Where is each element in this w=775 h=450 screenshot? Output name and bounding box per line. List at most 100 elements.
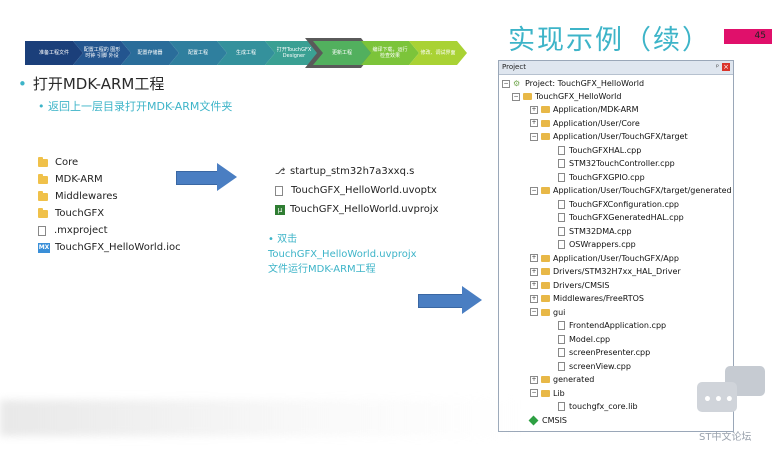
tree-item-label: OSWrappers.cpp [569, 240, 636, 249]
collapse-icon[interactable]: − [530, 389, 538, 397]
tree-group-item[interactable]: + Drivers/CMSIS [530, 279, 609, 292]
file-name: Middlewares [55, 191, 118, 202]
tree-item-label: Drivers/STM32H7xx_HAL_Driver [553, 267, 681, 276]
arrow-right-head [217, 163, 237, 191]
tree-target[interactable]: − TouchGFX_HelloWorld [512, 90, 621, 103]
tree-item-label: CMSIS [542, 415, 568, 425]
project-tree: − ⚙ Project: TouchGFX_HelloWorld − Touch… [499, 75, 733, 431]
tree-item-label: touchgfx_core.lib [569, 402, 638, 411]
pin-icon[interactable]: ᵖ [716, 61, 719, 74]
tree-group-item[interactable]: CMSIS [528, 414, 568, 427]
tree-file-item[interactable]: screenPresenter.cpp [558, 346, 650, 359]
tree-file-item[interactable]: TouchGFXHAL.cpp [558, 144, 641, 157]
file-name: TouchGFX_HelloWorld.uvprojx [290, 204, 439, 215]
project-panel-header: Project ᵖ × [499, 61, 733, 75]
file-item[interactable]: TouchGFX [38, 205, 181, 222]
tree-file-item[interactable]: TouchGFXGeneratedHAL.cpp [558, 211, 684, 224]
tree-item-label: Middlewares/FreeRTOS [553, 294, 644, 303]
expand-icon[interactable]: + [530, 105, 538, 114]
expand-icon[interactable]: + [530, 254, 538, 262]
tree-item-label: screenView.cpp [569, 361, 631, 371]
file-item[interactable]: MX TouchGFX_HelloWorld.ioc [38, 239, 181, 256]
tree-file-item[interactable]: TouchGFXGPIO.cpp [558, 171, 645, 184]
tree-item-label: TouchGFXGPIO.cpp [569, 172, 645, 182]
file-item[interactable]: TouchGFX_HelloWorld.uvoptx [275, 181, 439, 200]
tree-item-label: TouchGFXConfiguration.cpp [569, 199, 680, 209]
file-name: TouchGFX [55, 208, 105, 219]
tree-item-label: STM32DMA.cpp [569, 226, 632, 236]
tree-file-item[interactable]: touchgfx_core.lib [558, 400, 638, 413]
project-icon: ⚙ [513, 79, 521, 88]
expand-icon[interactable]: + [530, 294, 538, 303]
page-number-tag: 45 [724, 29, 772, 44]
tree-root[interactable]: − ⚙ Project: TouchGFX_HelloWorld [502, 77, 644, 90]
bullet-dot: • [18, 75, 27, 93]
collapse-icon[interactable]: − [512, 92, 520, 101]
tree-file-item[interactable]: Model.cpp [558, 333, 610, 346]
tree-item-label: Application/MDK-ARM [553, 105, 639, 114]
main-bullet-text: 打开MDK-ARM工程 [32, 75, 165, 93]
expand-icon[interactable]: + [530, 281, 538, 289]
tree-group-item[interactable]: + Application/User/TouchGFX/App [530, 252, 679, 265]
tree-group-item[interactable]: − Lib [530, 387, 565, 400]
tree-group-item[interactable]: − Application/User/TouchGFX/target [530, 130, 688, 143]
tree-group-item[interactable]: + Drivers/STM32H7xx_HAL_Driver [530, 265, 681, 278]
folder-icon [541, 106, 550, 113]
file-item[interactable]: MDK-ARM [38, 171, 181, 188]
collapse-icon[interactable]: − [502, 79, 510, 88]
file-icon [558, 348, 565, 357]
tree-item-label: TouchGFXGeneratedHAL.cpp [569, 213, 684, 222]
note-line-1: 双击 [277, 234, 298, 245]
tree-group-item[interactable]: + Middlewares/FreeRTOS [530, 292, 644, 305]
target-icon [523, 93, 532, 100]
tree-item-label: Application/User/TouchGFX/App [553, 253, 679, 263]
tree-file-item[interactable]: OSWrappers.cpp [558, 238, 636, 251]
collapse-icon[interactable]: − [530, 186, 538, 195]
file-item[interactable]: ⎇ startup_stm32h7a3xxq.s [275, 162, 439, 181]
tree-group-item[interactable]: − Application/User/TouchGFX/target/genera… [530, 184, 732, 197]
folder-icon [541, 308, 550, 316]
component-icon [528, 415, 539, 425]
tree-group-item[interactable]: − gui [530, 306, 565, 319]
file-icon [558, 321, 565, 330]
file-item[interactable]: μ TouchGFX_HelloWorld.uvprojx [275, 200, 439, 219]
tree-file-item[interactable]: screenView.cpp [558, 360, 631, 373]
tree-group-item[interactable]: + Application/User/Core [530, 117, 640, 130]
instruction-note: • 双击 TouchGFX_HelloWorld.uvprojx 文件运行MDK… [268, 232, 417, 277]
tree-file-item[interactable]: FrontendApplication.cpp [558, 319, 666, 332]
collapse-icon[interactable]: − [530, 308, 538, 316]
tree-item-label: Drivers/CMSIS [553, 280, 610, 290]
process-step-1: 准备工程文件 [25, 41, 83, 65]
file-icon [38, 225, 46, 236]
tree-group-item[interactable]: + generated [530, 373, 594, 386]
bullet-dot: • [268, 234, 278, 245]
tree-file-item[interactable]: STM32DMA.cpp [558, 225, 632, 238]
file-item[interactable]: .mxproject [38, 222, 181, 239]
tree-group-item[interactable]: + Application/MDK-ARM [530, 103, 639, 116]
file-name: Core [55, 157, 79, 168]
file-name: TouchGFX_HelloWorld.uvoptx [291, 185, 437, 196]
sub-bullet-text: 返回上一层目录打开MDK-ARM文件夹 [48, 100, 233, 113]
mdk-arm-folder-listing: ⎇ startup_stm32h7a3xxq.s TouchGFX_HelloWor… [275, 162, 439, 219]
expand-icon[interactable]: + [530, 375, 538, 384]
folder-icon [38, 207, 48, 218]
close-icon[interactable]: × [722, 63, 730, 71]
bullet-dot: • [38, 100, 48, 113]
file-item[interactable]: Core [38, 154, 181, 171]
tree-file-item[interactable]: STM32TouchController.cpp [558, 157, 675, 170]
arrow-right [176, 171, 218, 185]
tree-file-item[interactable]: TouchGFXConfiguration.cpp [558, 198, 679, 211]
folder-icon [541, 376, 550, 383]
file-icon [558, 199, 565, 209]
collapse-icon[interactable]: − [530, 132, 538, 141]
arrow-right [418, 294, 464, 308]
file-name: TouchGFX_HelloWorld.ioc [55, 242, 181, 253]
file-item[interactable]: Middlewares [38, 188, 181, 205]
file-name: startup_stm32h7a3xxq.s [290, 166, 415, 177]
project-panel-title: Project [502, 63, 526, 71]
note-line-2: TouchGFX_HelloWorld.uvprojx [268, 249, 417, 260]
expand-icon[interactable]: + [530, 267, 538, 276]
file-icon [558, 172, 565, 182]
expand-icon[interactable]: + [530, 119, 538, 127]
folder-icon [541, 133, 550, 140]
